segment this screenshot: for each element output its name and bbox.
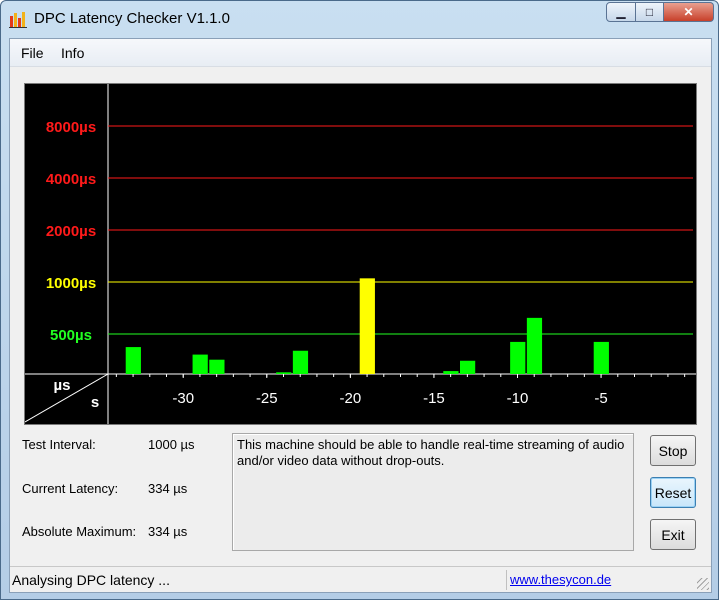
absolute-maximum-value: 334 µs: [148, 524, 188, 539]
y-tick-label: 4000µs: [46, 171, 96, 188]
latency-bar: [276, 372, 292, 374]
x-tick-label: -5: [594, 390, 607, 407]
caption-buttons: ▁ □ ✕: [606, 2, 714, 22]
app-window: DPC Latency Checker V1.1.0 ▁ □ ✕ File In…: [0, 0, 719, 600]
status-bar: Analysing DPC latency ... www.thesycon.d…: [10, 566, 711, 592]
x-tick-label: -15: [423, 390, 445, 407]
result-message: This machine should be able to handle re…: [232, 433, 634, 551]
test-interval-label: Test Interval:: [22, 437, 96, 452]
y-axis-unit-label: µs: [54, 377, 71, 394]
x-tick-label: -20: [340, 390, 362, 407]
y-tick-label: 2000µs: [46, 223, 96, 240]
close-icon: ✕: [683, 5, 694, 19]
resize-grip-icon[interactable]: [697, 578, 709, 590]
app-icon: [9, 12, 27, 28]
maximize-icon: □: [645, 5, 654, 19]
reset-button[interactable]: Reset: [650, 477, 696, 508]
latency-chart-svg: 16000µs8000µs4000µs2000µs1000µs500µs-30-…: [24, 67, 696, 424]
status-text: Analysing DPC latency ...: [12, 572, 170, 588]
latency-bar: [359, 278, 375, 374]
x-tick-label: -25: [256, 390, 278, 407]
test-interval-value: 1000 µs: [148, 437, 195, 452]
minimize-button[interactable]: ▁: [606, 2, 636, 22]
title-bar[interactable]: DPC Latency Checker V1.1.0 ▁ □ ✕: [1, 1, 718, 37]
x-axis-unit-label: s: [91, 394, 99, 411]
latency-bar: [443, 371, 459, 374]
latency-bar: [209, 359, 225, 374]
absolute-maximum-label: Absolute Maximum:: [22, 524, 137, 539]
latency-bar: [192, 354, 208, 374]
menu-info[interactable]: Info: [61, 45, 84, 61]
y-tick-label: 1000µs: [46, 275, 96, 292]
status-separator: [506, 570, 507, 590]
x-tick-label: -30: [172, 390, 194, 407]
latency-bar: [510, 341, 526, 374]
latency-bar: [292, 350, 309, 374]
latency-bar: [526, 317, 543, 374]
website-link[interactable]: www.thesycon.de: [510, 572, 611, 587]
stop-button[interactable]: Stop: [650, 435, 696, 466]
latency-bar: [593, 341, 609, 374]
latency-bar: [460, 360, 476, 374]
window-title: DPC Latency Checker V1.1.0: [34, 10, 230, 27]
latency-bar: [125, 347, 141, 374]
y-tick-label: 500µs: [50, 327, 92, 344]
menu-file[interactable]: File: [21, 45, 44, 61]
current-latency-value: 334 µs: [148, 481, 188, 496]
menu-bar: File Info: [10, 39, 711, 67]
y-tick-label: 8000µs: [46, 119, 96, 136]
maximize-button[interactable]: □: [636, 2, 664, 22]
exit-button[interactable]: Exit: [650, 519, 696, 550]
current-latency-label: Current Latency:: [22, 481, 119, 496]
client-area: File Info 16000µs8000µs4000µs2000µs1000µ…: [9, 38, 712, 593]
minimize-icon: ▁: [616, 5, 626, 19]
close-button[interactable]: ✕: [664, 2, 714, 22]
x-tick-label: -10: [507, 390, 529, 407]
latency-chart: 16000µs8000µs4000µs2000µs1000µs500µs-30-…: [24, 67, 697, 425]
